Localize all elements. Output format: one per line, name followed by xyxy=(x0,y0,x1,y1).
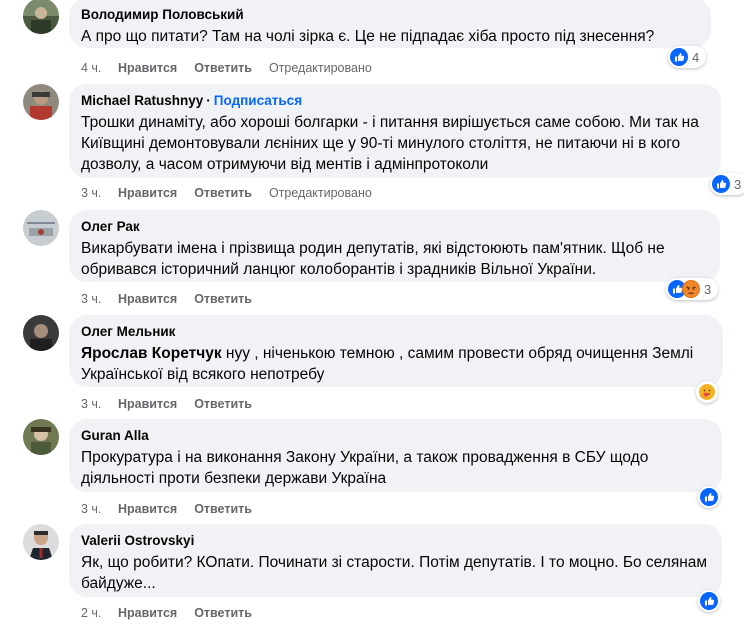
comment-author[interactable]: Володимир Половський xyxy=(81,6,699,24)
avatar[interactable] xyxy=(23,210,59,246)
avatar[interactable] xyxy=(23,315,59,351)
like-icon xyxy=(712,175,730,193)
like-button[interactable]: Нравится xyxy=(118,606,177,620)
reaction-summary[interactable] xyxy=(698,486,720,508)
comment-text: Трошки динаміту, або хороші болгарки - і… xyxy=(81,114,699,173)
edited-label: Отредактировано xyxy=(268,61,372,75)
like-icon xyxy=(670,48,688,66)
reaction-count: 3 xyxy=(704,281,712,297)
reaction-count: 4 xyxy=(692,49,700,65)
comment-author[interactable]: Guran Alla xyxy=(81,427,710,445)
like-button[interactable]: Нравится xyxy=(118,61,177,75)
comment-meta: 2 ч. Нравится Ответить xyxy=(81,606,269,620)
reaction-summary[interactable]: 3 xyxy=(710,173,744,195)
comment-bubble: Олег Мельник Ярослав Коретчук нуу , ніче… xyxy=(69,315,723,387)
comment-text: Прокуратура і на виконання Закону Україн… xyxy=(81,449,649,487)
reaction-summary[interactable]: 4 xyxy=(668,46,707,68)
comment-text: Ярослав Коретчук нуу , ніченькою темною … xyxy=(81,343,711,385)
angry-icon xyxy=(682,280,700,298)
follow-button[interactable]: Подписаться xyxy=(214,93,302,108)
like-button[interactable]: Нравится xyxy=(118,186,177,200)
comment-time[interactable]: 4 ч. xyxy=(81,61,118,75)
reply-button[interactable]: Ответить xyxy=(194,397,252,411)
comment-text: А про що питати? Там на чолі зірка є. Це… xyxy=(81,28,655,45)
separator-dot: · xyxy=(206,93,211,108)
like-icon xyxy=(700,592,718,610)
like-button[interactable]: Нравится xyxy=(118,397,177,411)
comment-author[interactable]: Michael Ratushnyy xyxy=(81,93,203,108)
avatar[interactable] xyxy=(23,419,59,455)
comment-text: Як, що робити? КОпати. Починати зі старо… xyxy=(81,554,708,592)
comment-meta: 3 ч. Нравится Ответить Отредактировано xyxy=(81,186,372,200)
mention-link[interactable]: Ярослав Коретчук xyxy=(81,345,222,362)
comment-author[interactable]: Олег Рак xyxy=(81,218,708,236)
reaction-summary[interactable] xyxy=(698,590,720,612)
avatar[interactable] xyxy=(23,84,59,120)
comment-time[interactable]: 3 ч. xyxy=(81,502,118,516)
like-button[interactable]: Нравится xyxy=(118,292,177,306)
reaction-summary[interactable] xyxy=(696,381,718,403)
comment-time[interactable]: 3 ч. xyxy=(81,186,118,200)
avatar[interactable] xyxy=(23,524,59,560)
reaction-count: 3 xyxy=(734,176,742,192)
care-icon xyxy=(698,383,716,401)
comment-time[interactable]: 2 ч. xyxy=(81,606,118,620)
like-icon xyxy=(700,488,718,506)
comment-meta: 3 ч. Нравится Ответить xyxy=(81,502,269,516)
edited-label: Отредактировано xyxy=(268,186,372,200)
comment-bubble: Guran Alla Прокуратура і на виконання За… xyxy=(69,419,722,492)
reply-button[interactable]: Ответить xyxy=(194,606,252,620)
comment-meta: 4 ч. Нравится Ответить Отредактировано xyxy=(81,61,372,75)
reply-button[interactable]: Ответить xyxy=(194,186,252,200)
comment-author[interactable]: Valerii Ostrovskyi xyxy=(81,532,710,550)
comment-text: Викарбувати імена і прізвища родин депут… xyxy=(81,240,665,278)
reply-button[interactable]: Ответить xyxy=(194,292,252,306)
reply-button[interactable]: Ответить xyxy=(194,61,252,75)
comment-meta: 3 ч. Нравится Ответить xyxy=(81,292,269,306)
comment-author[interactable]: Олег Мельник xyxy=(81,323,711,341)
reaction-summary[interactable]: 3 xyxy=(666,278,719,300)
comment-bubble: Valerii Ostrovskyi Як, що робити? КОпати… xyxy=(69,524,722,597)
reply-button[interactable]: Ответить xyxy=(194,502,252,516)
comment-author-line: Michael Ratushnyy · Подписаться xyxy=(81,92,709,110)
comment-time[interactable]: 3 ч. xyxy=(81,397,118,411)
comment-bubble: Michael Ratushnyy · Подписаться Трошки дин… xyxy=(69,84,721,178)
avatar[interactable] xyxy=(23,0,59,34)
comment-time[interactable]: 3 ч. xyxy=(81,292,118,306)
comment-bubble: Олег Рак Викарбувати імена і прізвища ро… xyxy=(69,210,720,282)
like-button[interactable]: Нравится xyxy=(118,502,177,516)
comment-meta: 3 ч. Нравится Ответить xyxy=(81,397,269,411)
comment-bubble: Володимир Половський А про що питати? Та… xyxy=(69,0,711,48)
